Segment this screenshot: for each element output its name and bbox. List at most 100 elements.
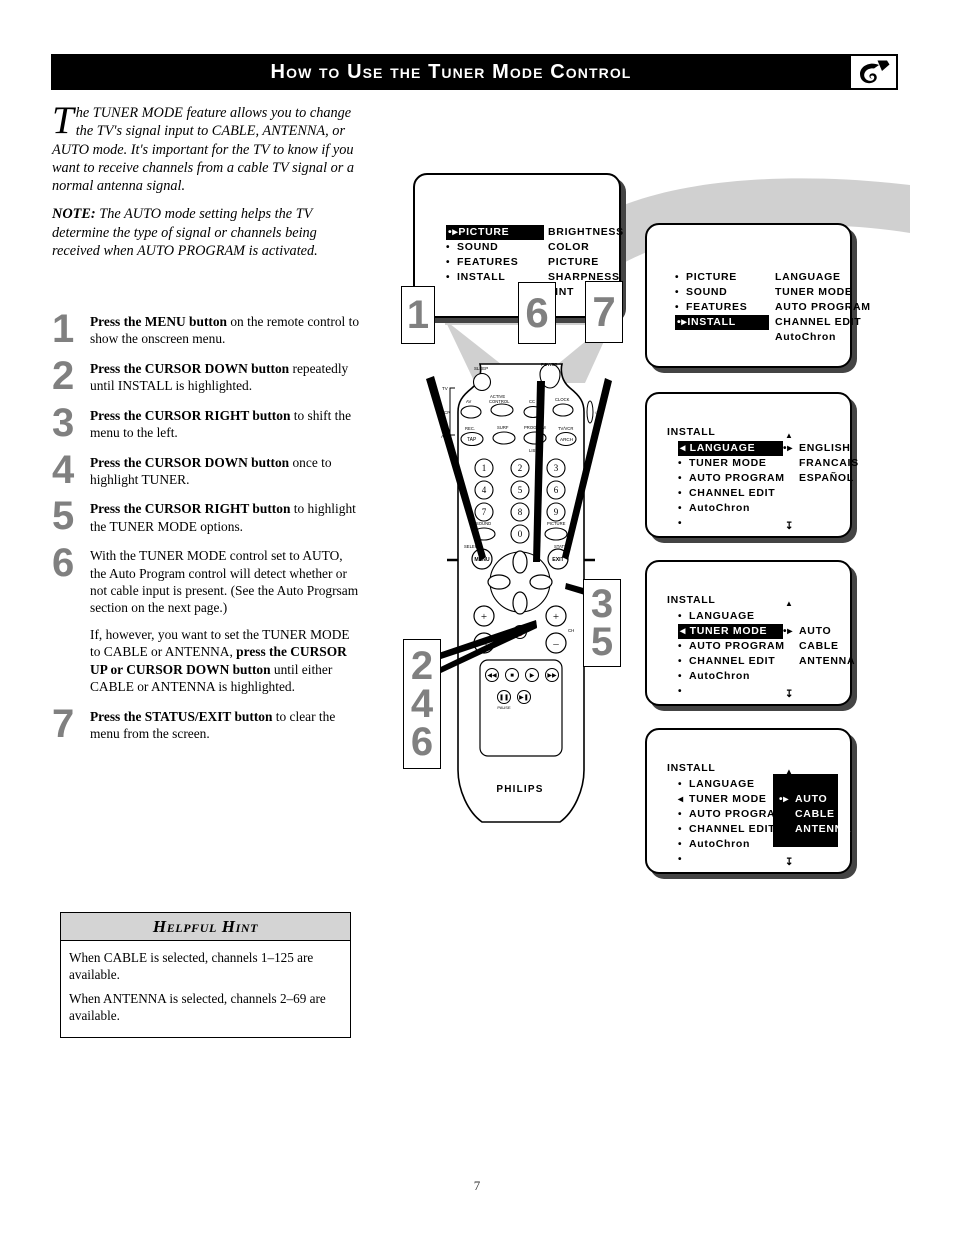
page-header: How to Use the Tuner Mode Control	[51, 54, 898, 90]
menu-item-autochron: • AutoChron	[678, 837, 785, 852]
bullet-icon: •	[678, 809, 683, 820]
submenu-label: AUTO PROGRAM	[775, 301, 871, 313]
screen5-left-menu: • LANGUAGE ◂ TUNER MODE • AUTO PROGRAM • CHA…	[678, 777, 785, 867]
screen2-right-menu: LANGUAGE TUNER MODE AUTO PROGRAM CHANNEL…	[775, 270, 871, 345]
bullet-icon: •	[678, 641, 683, 652]
menu-item-label: TUNER MODE	[689, 793, 767, 805]
step-number: 5	[52, 494, 74, 539]
menu-item-label: CHANNEL EDIT	[689, 655, 776, 667]
submenu-item: TUNER MODE	[775, 285, 871, 300]
menu-item-highlight: ◂ LANGUAGE	[678, 441, 783, 456]
option-francais: FRANCAIS	[783, 456, 859, 471]
menu-item-tuner-mode: ◂ TUNER MODE	[678, 624, 785, 639]
note-paragraph: NOTE: The AUTO mode setting helps the TV…	[52, 205, 357, 260]
svg-text:CC: CC	[529, 399, 535, 404]
scroll-up-arrow-icon: ▲	[785, 599, 794, 608]
step-2: 2 Press the CURSOR DOWN button repeatedl…	[52, 356, 362, 396]
intro-section: The TUNER MODE feature allows you to cha…	[52, 101, 357, 260]
step-text: With the TUNER MODE control set to AUTO,…	[90, 547, 362, 695]
hint-line: When ANTENNA is selected, channels 2–69 …	[69, 991, 326, 1023]
svg-text:PICTURE: PICTURE	[547, 521, 566, 526]
svg-text:PHILIPS: PHILIPS	[496, 784, 543, 795]
screen4-title: INSTALL	[667, 593, 715, 608]
svg-text:2: 2	[518, 463, 523, 473]
menu-item-label: INSTALL	[687, 316, 736, 328]
selected-marker-icon: •▸	[783, 443, 793, 454]
bullet-icon: •	[675, 287, 680, 298]
menu-item-tuner-mode: • TUNER MODE	[678, 456, 785, 471]
menu-item-label: FEATURES	[457, 256, 519, 268]
step-rest: With the TUNER MODE control set to AUTO,…	[90, 548, 359, 616]
step-number: 4	[52, 447, 74, 492]
menu-item-auto-program: • AUTO PROGRAM	[678, 639, 785, 654]
option-antenna: ANTENNA	[779, 822, 851, 837]
step-bold: Press the CURSOR RIGHT button	[90, 407, 291, 423]
callout-number: 5	[590, 620, 614, 664]
intro-paragraph: The TUNER MODE feature allows you to cha…	[52, 101, 357, 195]
screen-title-label: INSTALL	[667, 594, 716, 606]
svg-text:AV: AV	[466, 399, 471, 404]
bullet-icon: •	[678, 779, 683, 790]
helpful-hint-body: When CABLE is selected, channels 1–125 a…	[60, 941, 351, 1038]
menu-item-empty: •	[678, 684, 785, 699]
option-auto: •▸ AUTO	[779, 792, 851, 807]
step-6: 6 With the TUNER MODE control set to AUT…	[52, 541, 362, 695]
step-bold: Press the CURSOR RIGHT button	[90, 501, 291, 517]
submenu-label: LANGUAGE	[775, 271, 841, 283]
menu-item-label: AUTO PROGRAM	[689, 808, 785, 820]
svg-text:8: 8	[518, 507, 523, 517]
menu-item-auto-program: • AUTO PROGRAM	[678, 471, 785, 486]
svg-text:SOUND: SOUND	[476, 521, 491, 526]
menu-item-sound: • SOUND	[446, 240, 544, 255]
note-label: NOTE:	[52, 206, 96, 223]
svg-text:4: 4	[482, 485, 487, 495]
step-text: Press the STATUS/EXIT button to clear th…	[90, 708, 362, 743]
callout-number: 2	[410, 644, 434, 688]
menu-item-empty: •	[678, 516, 785, 531]
submenu-label: CHANNEL EDIT	[775, 316, 862, 328]
menu-item-install: •▸INSTALL	[675, 315, 769, 330]
option-label: ANTENNA	[799, 655, 856, 667]
svg-text:▶❚: ▶❚	[519, 694, 529, 701]
svg-text:TV: TV	[442, 386, 448, 391]
menu-item-auto-program: • AUTO PROGRAM	[678, 807, 785, 822]
menu-item-features: • FEATURES	[446, 255, 544, 270]
selected-marker-icon: •▸	[783, 626, 793, 637]
step-bold: Press the STATUS/EXIT button	[90, 708, 273, 724]
step-1: 1 Press the MENU button on the remote co…	[52, 307, 362, 351]
menu-item-label: CHANNEL EDIT	[689, 487, 776, 499]
svg-text:SLEEP: SLEEP	[474, 366, 488, 371]
menu-item-label: TUNER MODE	[689, 457, 767, 469]
bullet-icon: •	[446, 272, 451, 283]
svg-text:ARCH: ARCH	[560, 437, 573, 442]
option-label: FRANCAIS	[799, 457, 859, 469]
bullet-icon: •	[678, 488, 683, 499]
step-number: 1	[52, 307, 74, 351]
tv-screen-2: • PICTURE • SOUND • FEATURES •▸INSTALL LANG…	[645, 223, 870, 368]
screen5-right-menu: •▸ AUTO CABLE ANTENNA	[779, 792, 851, 837]
bullet-icon: •	[675, 302, 680, 313]
screen3-left-menu: ◂ LANGUAGE • TUNER MODE • AUTO PROGRAM • CH…	[678, 441, 785, 531]
menu-item-label: AutoChron	[689, 838, 751, 850]
scroll-down-arrow-icon: ↧	[785, 857, 795, 868]
submenu-label: COLOR	[548, 241, 590, 253]
svg-text:+: +	[553, 611, 559, 623]
steps-list: 1 Press the MENU button on the remote co…	[52, 307, 362, 754]
menu-item-picture: •▸PICTURE	[446, 225, 544, 240]
menu-item-highlight: •▸PICTURE	[446, 225, 544, 240]
callout-number: 6	[525, 289, 549, 337]
option-auto: •▸ AUTO	[783, 624, 855, 639]
svg-text:▶: ▶	[530, 673, 535, 679]
menu-item-picture: • PICTURE	[675, 270, 769, 285]
screen3-right-menu: •▸ ENGLISH FRANCAIS ESPAÑOL	[783, 441, 859, 486]
menu-item-label: AutoChron	[689, 670, 751, 682]
option-label: ESPAÑOL	[799, 472, 854, 484]
svg-text:9: 9	[554, 507, 559, 517]
menu-item-highlight: •▸INSTALL	[675, 315, 769, 330]
step-bold: Press the CURSOR DOWN button	[90, 360, 290, 376]
step-number: 6	[52, 541, 74, 586]
svg-text:VCR: VCR	[441, 410, 451, 415]
callout-number: 6	[410, 720, 434, 764]
menu-item-label: FEATURES	[686, 301, 748, 313]
tv-screen-4: INSTALL • LANGUAGE ◂ TUNER MODE • AUTO PRO…	[645, 560, 856, 706]
